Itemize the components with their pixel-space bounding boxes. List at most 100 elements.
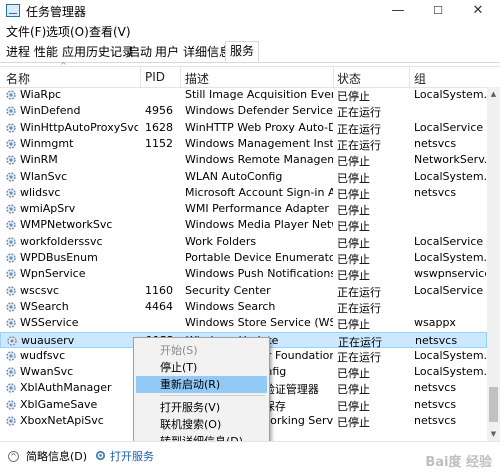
table-row[interactable]: WPDBusEnum Portable Device Enumerator ...… xyxy=(0,250,487,266)
table-row[interactable]: WiaRpc Still Image Acquisition Events 已停止 L… xyxy=(0,87,487,103)
sort-caret-icon: ^ xyxy=(60,61,67,70)
vertical-scrollbar[interactable]: ▲ ▼ xyxy=(487,87,500,441)
task-manager-icon xyxy=(6,4,20,17)
table-row[interactable]: wscsvc 1160 Security Center 正在运行 LocalServic… xyxy=(0,283,487,299)
service-group: LocalSystem... xyxy=(414,348,486,362)
context-menu-item-restart[interactable]: 重新启动(R) xyxy=(136,376,267,393)
tab-services[interactable]: 服务 xyxy=(225,41,260,62)
service-status: 已停止 xyxy=(337,416,370,429)
service-status: 正在运行 xyxy=(337,285,381,299)
table-row[interactable]: WSService Windows Store Service (WSS... 已停… xyxy=(0,315,487,331)
service-pid: 4464 xyxy=(145,299,173,313)
column-divider[interactable] xyxy=(409,67,410,87)
gear-icon xyxy=(6,399,16,410)
service-description: Windows Search xyxy=(185,299,276,313)
gear-icon xyxy=(6,90,16,100)
service-description: Portable Device Enumerator ... xyxy=(185,251,333,264)
service-group: netsvcs xyxy=(415,333,458,347)
table-row[interactable]: WinRM Windows Remote Manageme... 已停止 Networ… xyxy=(0,152,487,168)
table-row[interactable]: WinDefend 4956 Windows Defender Service 正在运… xyxy=(0,103,487,119)
scroll-down-arrow-icon[interactable]: ▼ xyxy=(487,427,500,441)
table-row[interactable]: wlidsvc Microsoft Account Sign-in As... 已停… xyxy=(0,185,487,201)
column-header-pid[interactable]: PID xyxy=(145,70,165,84)
table-row[interactable]: WMPNetworkSvc Windows Media Player Netw..… xyxy=(0,217,487,233)
maximize-button[interactable]: ☐ xyxy=(418,0,458,22)
service-group: wsappx xyxy=(414,316,456,330)
table-row[interactable]: Winmgmt 1152 Windows Management Instru... 正… xyxy=(0,136,487,152)
service-status: 已停止 xyxy=(337,90,370,103)
table-row[interactable]: wmiApSrv WMI Performance Adapter 已停止 xyxy=(0,201,487,217)
service-description: WMI Performance Adapter xyxy=(185,202,329,216)
service-description: Windows Push Notifications S... xyxy=(185,267,333,281)
context-menu: 开始(S)停止(T)重新启动(R)打开服务(V)联机搜索(O)转到详细信息(D) xyxy=(133,337,270,448)
service-status: 已停止 xyxy=(337,383,370,397)
service-status: 已停止 xyxy=(337,236,370,250)
gear-icon xyxy=(6,285,16,296)
service-name: WinRM xyxy=(20,153,58,167)
table-row[interactable]: WpnService Windows Push Notifications S..… xyxy=(0,266,487,282)
column-header-description[interactable]: 描述 xyxy=(185,70,209,87)
gear-icon xyxy=(6,318,16,328)
column-header-group[interactable]: 组 xyxy=(414,70,426,87)
service-description: Still Image Acquisition Events xyxy=(185,88,333,101)
service-name: WSearch xyxy=(20,299,69,313)
context-menu-item-search-online[interactable]: 联机搜索(O) xyxy=(136,416,267,433)
service-name: XboxNetApiSvc xyxy=(20,414,104,427)
column-header-status[interactable]: 状态 xyxy=(337,70,361,87)
column-divider[interactable] xyxy=(180,67,181,87)
column-divider[interactable] xyxy=(140,67,141,87)
service-group: LocalSystem... xyxy=(414,251,486,264)
gear-icon xyxy=(6,351,16,361)
gear-icon xyxy=(6,188,16,198)
service-group: wswpnservice xyxy=(414,267,486,281)
service-group: LocalService xyxy=(414,120,484,134)
menu-file[interactable]: 文件(F) xyxy=(6,23,46,40)
service-description: Windows Store Service (WSS... xyxy=(185,316,333,330)
service-group: NetworkServ... xyxy=(414,153,486,167)
context-menu-item-stop[interactable]: 停止(T) xyxy=(136,359,267,376)
gear-icon xyxy=(6,302,16,312)
table-header: ^ 名称 PID 描述 状态 组 xyxy=(0,61,500,88)
table-row[interactable]: WlanSvc WLAN AutoConfig 已停止 LocalSystem... xyxy=(0,169,487,185)
open-services-link[interactable]: 打开服务 xyxy=(110,448,154,464)
table-row[interactable]: WSearch 4464 Windows Search 正在运行 xyxy=(0,299,487,315)
menu-view[interactable]: 查看(V) xyxy=(89,23,131,40)
service-status: 已停止 xyxy=(337,204,370,218)
service-name: WMPNetworkSvc xyxy=(20,218,113,232)
service-status: 已停止 xyxy=(337,253,370,266)
context-menu-item-open-services[interactable]: 打开服务(V) xyxy=(136,399,267,416)
menu-options[interactable]: 选项(O) xyxy=(46,23,89,40)
context-menu-separator xyxy=(160,395,265,396)
table-row[interactable]: WinHttpAutoProxySvc 1628 WinHTTP Web Proxy… xyxy=(0,120,487,136)
service-status: 正在运行 xyxy=(337,301,381,315)
service-group: netsvcs xyxy=(414,136,457,150)
context-menu-item-start[interactable]: 开始(S) xyxy=(136,342,267,359)
service-group: LocalSystem... xyxy=(414,88,486,101)
column-divider[interactable] xyxy=(333,67,334,87)
scrollbar-thumb[interactable] xyxy=(489,387,498,422)
scroll-up-arrow-icon[interactable]: ▲ xyxy=(487,87,500,101)
service-group: netsvcs xyxy=(414,381,457,395)
service-group: LocalService xyxy=(414,283,484,297)
less-details-link[interactable]: 简略信息(D) xyxy=(26,448,87,464)
service-status: 正在运行 xyxy=(337,350,381,364)
column-header-name[interactable]: 名称 xyxy=(6,70,30,87)
service-description: Work Folders xyxy=(185,234,257,248)
title-bar: 任务管理器 — ☐ ✕ xyxy=(0,0,500,22)
service-group: netsvcs xyxy=(414,414,457,427)
service-pid: 1628 xyxy=(145,120,173,134)
chevron-up-icon[interactable]: ^ xyxy=(8,451,19,462)
service-name: wscsvc xyxy=(20,283,60,297)
minimize-button[interactable]: — xyxy=(378,0,418,22)
close-button[interactable]: ✕ xyxy=(458,0,498,22)
service-name: XblGameSave xyxy=(20,397,98,411)
gear-icon xyxy=(6,269,16,279)
table-row[interactable]: workfolderssvc Work Folders 已停止 LocalServic… xyxy=(0,234,487,250)
service-name: workfolderssvc xyxy=(20,234,103,248)
tab-strip: 进程 性能 应用历史记录 启动 用户 详细信息 服务 xyxy=(0,40,500,63)
gear-icon xyxy=(6,139,16,149)
watermark-logo: Bai度 经验 xyxy=(425,455,492,470)
service-description: WinHTTP Web Proxy Auto-Dis... xyxy=(185,120,333,134)
service-group: netsvcs xyxy=(414,185,457,199)
service-pid: 4956 xyxy=(145,104,173,118)
